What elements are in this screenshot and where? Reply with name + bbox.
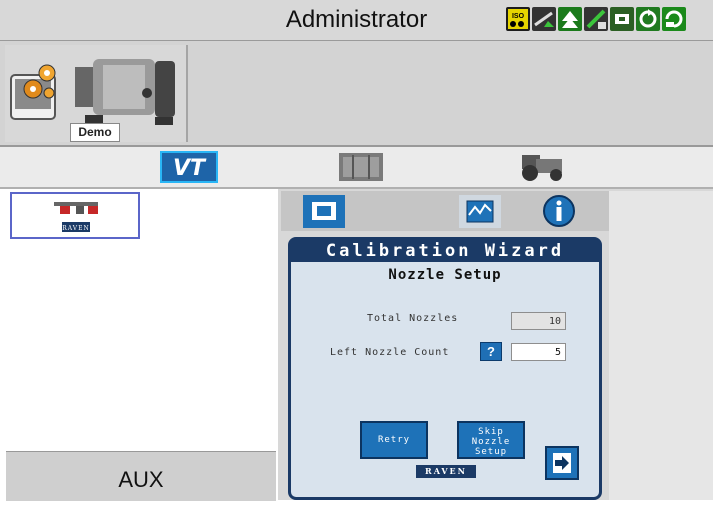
nav-arrow-icon[interactable] [558, 7, 582, 31]
tab-machine[interactable] [516, 151, 564, 183]
tab-bar: VT [0, 147, 713, 189]
machine-settings-icon [10, 64, 56, 120]
total-nozzles-label: Total Nozzles [367, 313, 459, 324]
skip-label-line3: Setup [474, 447, 508, 457]
implement-thumbnail[interactable]: RAVEN [10, 192, 140, 239]
skip-label-line2: Nozzle [471, 437, 511, 447]
graph-icon [459, 195, 501, 228]
svg-text:RAVEN: RAVEN [62, 225, 90, 232]
wizard-subtitle: Nozzle Setup [388, 267, 502, 283]
tab-vt[interactable]: VT [160, 151, 218, 183]
total-nozzles-field: 10 [511, 312, 566, 330]
skip-nozzle-setup-button[interactable]: Skip Nozzle Setup [457, 421, 525, 459]
left-nozzle-count-input[interactable]: 5 [511, 343, 566, 361]
tractor-tab-icon [522, 155, 562, 181]
tab-map[interactable] [337, 151, 385, 183]
side-softkey-area [609, 191, 713, 500]
machine-name-label: Demo [70, 123, 120, 142]
svg-text:ISO: ISO [512, 13, 525, 20]
status-icons: ISO [506, 7, 686, 33]
connect-icon[interactable] [610, 7, 634, 31]
tractor-icon [75, 59, 175, 125]
next-page-button[interactable] [545, 446, 579, 480]
exit-arrow-icon [553, 453, 571, 473]
refresh-icon[interactable] [662, 7, 686, 31]
calibration-tool-button[interactable] [303, 195, 345, 228]
sprayer-tool-icon [303, 195, 345, 228]
iso-icon[interactable]: ISO [506, 7, 530, 31]
gps-icon[interactable] [532, 7, 556, 31]
raven-logo: RAVEN [416, 465, 476, 478]
sprayer-icon: RAVEN [54, 202, 98, 232]
aux-button[interactable]: AUX [6, 451, 276, 501]
signal-icon[interactable] [584, 7, 608, 31]
map-icon [339, 153, 383, 181]
retry-button[interactable]: Retry [360, 421, 428, 459]
skip-label-line1: Skip [478, 427, 504, 437]
info-icon [543, 195, 575, 227]
vt-tab-label: VT [173, 156, 207, 181]
wizard-title: Calibration Wizard [291, 240, 599, 262]
left-nozzle-count-label: Left Nozzle Count [330, 347, 450, 358]
chart-button[interactable] [459, 195, 501, 228]
info-button[interactable] [538, 195, 580, 228]
sync-icon[interactable] [636, 7, 660, 31]
help-button[interactable]: ? [480, 342, 502, 361]
